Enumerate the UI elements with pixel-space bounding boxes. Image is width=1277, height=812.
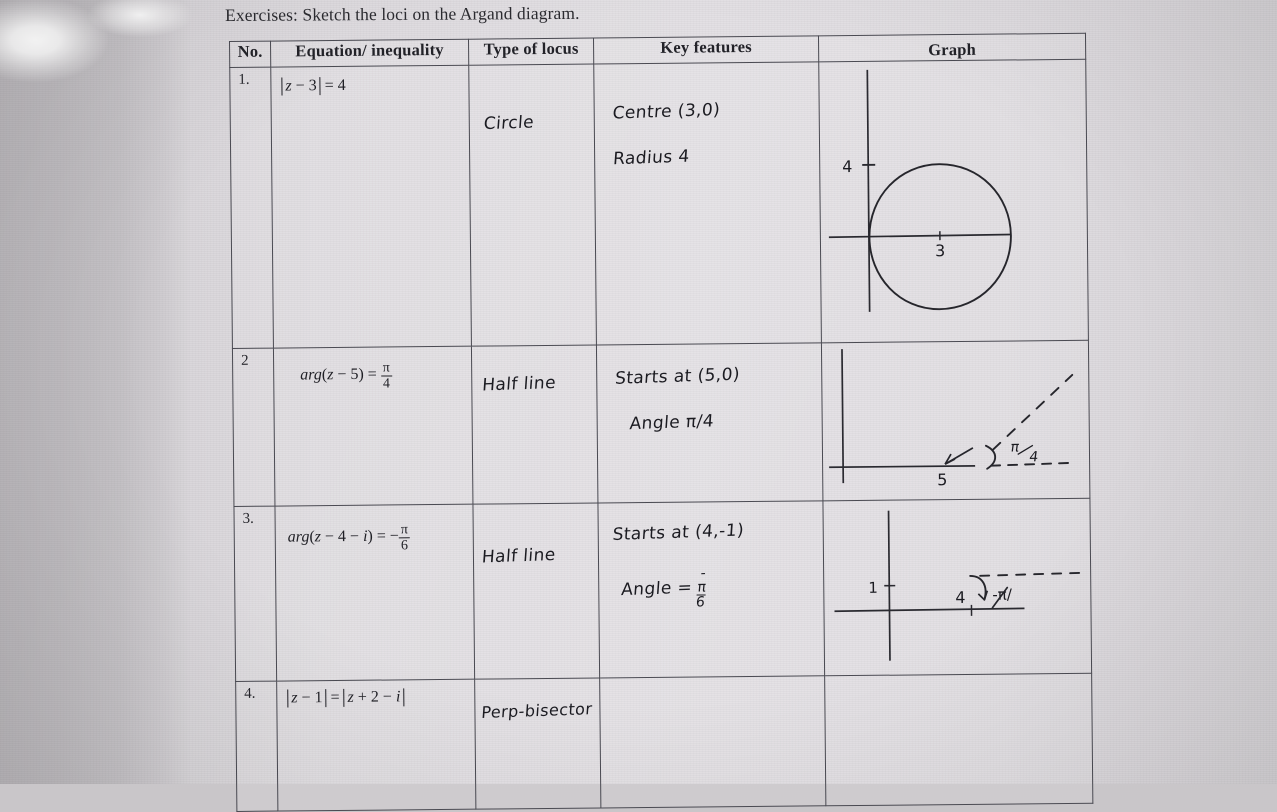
loci-exercise-table-wrapper: No. Equation/ inequality Type of locus K… [229, 33, 1094, 801]
handwritten-key-feature-radius: Radius 4 [595, 120, 819, 168]
equation-row-1: z − 3 = 4 [271, 66, 468, 96]
handwritten-type-of-locus: Perp-bisector [475, 678, 599, 720]
row-number: 1. [230, 68, 270, 89]
graph-cell: 4 3 [819, 59, 1089, 343]
locus-half-line [992, 375, 1073, 450]
row-number-cell: 2 [232, 348, 275, 506]
column-header-graph: Graph [818, 33, 1085, 62]
y-axis [867, 70, 869, 312]
equation-cell: z − 3 = 4 [271, 65, 472, 348]
column-header-type-of-locus: Type of locus [468, 38, 593, 65]
y-axis [842, 349, 843, 483]
column-header-key-features: Key features [593, 36, 818, 64]
table-row: 2 arg(z − 5) = π4 Half line Starts at (5… [232, 340, 1089, 506]
argand-diagram-half-line-pi4: 5 π 4 [822, 341, 1088, 500]
equation-row-3: arg(z − 4 − i) = −π6 [275, 505, 472, 555]
argand-diagram-circle: 4 3 [819, 60, 1087, 342]
handwritten-angle-fraction: -π 6 [695, 566, 708, 609]
key-features-cell [600, 676, 826, 808]
type-of-locus-cell: Half line [473, 503, 600, 679]
equation-row-2: arg(z − 5) = π4 [274, 347, 471, 393]
row-number: 2 [233, 349, 273, 370]
column-header-equation: Equation/ inequality [271, 39, 469, 67]
type-of-locus-cell: Circle [469, 64, 597, 346]
row-number-cell: 1. [230, 67, 274, 348]
table-row: 4. z − 1 = z + 2 − i Perp-bisector [236, 673, 1093, 811]
x-axis-tick-label: 3 [935, 241, 945, 260]
reference-dashed-line [980, 573, 1082, 576]
handwritten-type-of-locus: Half line [473, 503, 598, 566]
angle-arc-arrowhead [978, 591, 987, 600]
y-axis-tick-label: 4 [842, 157, 852, 176]
handwritten-angle-denominator: 6 [695, 594, 706, 609]
handwritten-key-feature-start: Starts at (5,0) [597, 343, 821, 387]
angle-label-denominator: 4 [1028, 449, 1039, 465]
equation-cell: arg(z − 5) = π4 [273, 346, 473, 506]
row-number-cell: 4. [236, 681, 278, 811]
angle-label: π 4 [1008, 439, 1040, 465]
x-axis [829, 235, 1011, 238]
x-axis-tick-label: 4 [955, 588, 965, 607]
equation-cell: arg(z − 4 − i) = −π6 [275, 504, 475, 681]
key-features-cell: Centre (3,0) Radius 4 [594, 62, 822, 345]
graph-cell [825, 673, 1093, 806]
handwritten-angle-numerator: -π [696, 566, 708, 594]
key-features-cell: Starts at (5,0) Angle π/4 [596, 343, 823, 503]
row-number: 4. [236, 682, 276, 703]
table-row: 1. z − 3 = 4 Circle Centre (3,0) Radius … [230, 59, 1089, 348]
equation-cell: z − 1 = z + 2 − i [277, 679, 476, 811]
x-axis [834, 608, 1024, 611]
handwritten-key-feature-angle: Angle = -π 6 [599, 541, 824, 610]
row-number-cell: 3. [234, 506, 277, 681]
handwritten-type-of-locus: Half line [472, 345, 596, 394]
angle-arc [970, 576, 985, 600]
column-header-no: No. [230, 41, 271, 67]
graph-cell: 1 4 -π/ [823, 498, 1092, 676]
type-of-locus-cell: Perp-bisector [475, 678, 601, 809]
x-axis [829, 466, 975, 467]
loci-exercise-table: No. Equation/ inequality Type of locus K… [229, 33, 1093, 812]
y-axis-tick-label: 1 [868, 579, 878, 597]
row-number: 3. [234, 507, 274, 528]
start-point-arrowhead [945, 454, 955, 464]
argand-diagram-half-line-neg-pi6: 1 4 -π/ [823, 499, 1090, 675]
start-point-label: 5 [937, 470, 947, 489]
table-row: 3. arg(z − 4 − i) = −π6 Half line Starts… [234, 498, 1092, 681]
handwritten-type-of-locus: Circle [469, 65, 594, 134]
type-of-locus-cell: Half line [471, 345, 598, 504]
key-features-cell: Starts at (4,-1) Angle = -π 6 [598, 501, 825, 678]
equation-row-4: z − 1 = z + 2 − i [277, 680, 474, 708]
page-title: Exercises: Sketch the loci on the Argand… [225, 3, 580, 26]
handwritten-key-feature-start: Starts at (4,-1) [598, 501, 822, 543]
handwritten-key-feature-angle: Angle π/4 [597, 385, 821, 433]
graph-cell: 5 π 4 [821, 340, 1090, 501]
handwritten-key-feature-centre: Centre (3,0) [594, 62, 819, 122]
